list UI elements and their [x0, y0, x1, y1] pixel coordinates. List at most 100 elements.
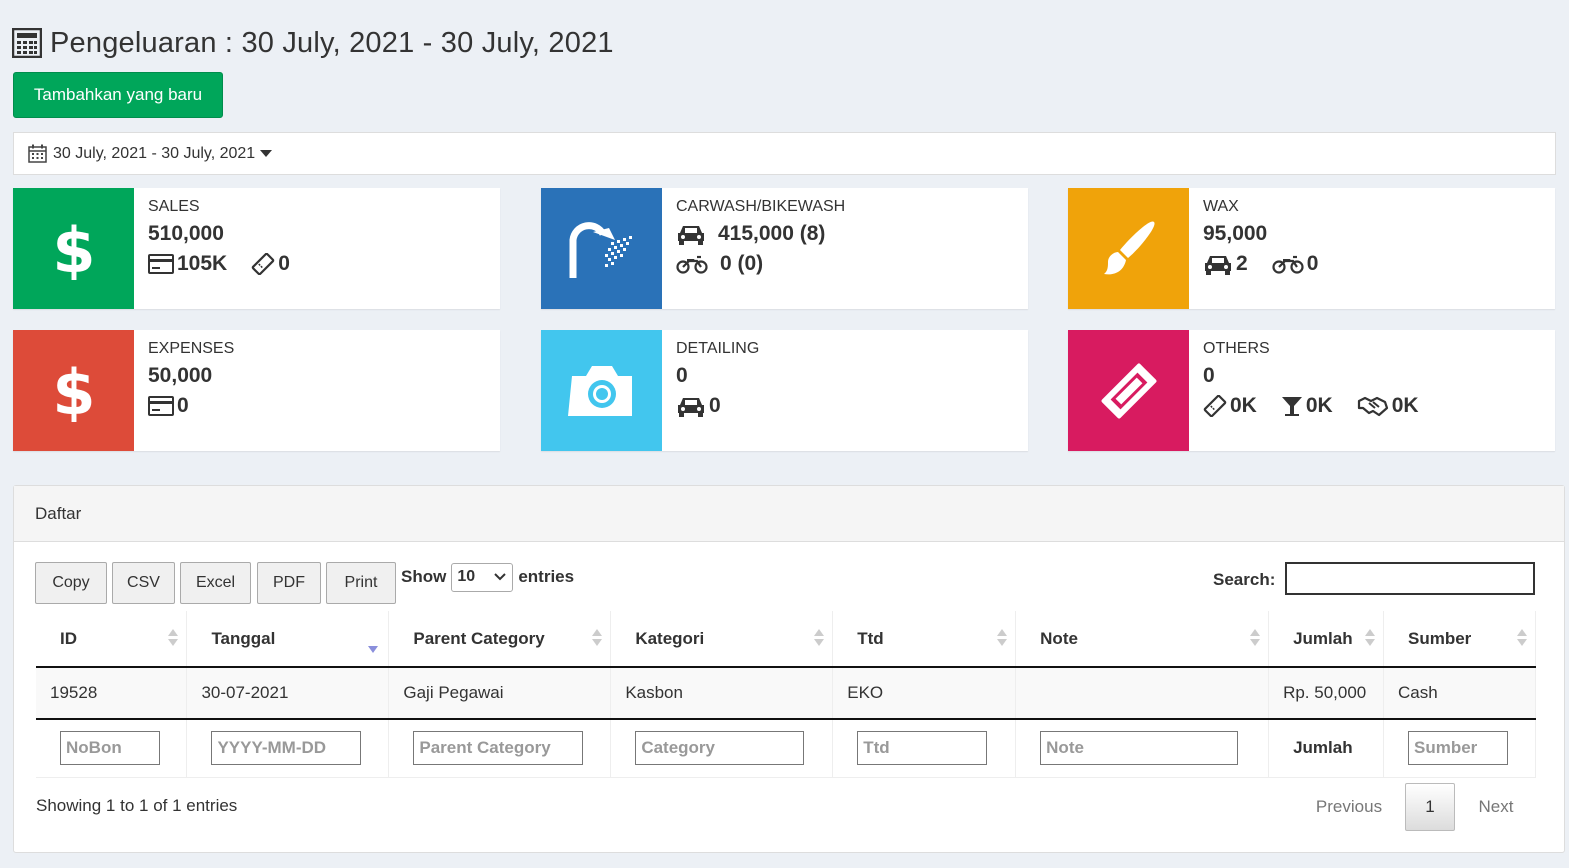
cell-jumlah: Rp. 50,000 [1268, 667, 1384, 719]
detailing-value: 0 [676, 364, 688, 387]
filter-jumlah-label: Jumlah [1268, 719, 1384, 778]
column-header-jumlah[interactable]: Jumlah [1268, 611, 1384, 668]
handshake-icon [1357, 396, 1388, 417]
expenses-card-value: 0 [177, 394, 189, 417]
cell-note [1015, 667, 1270, 719]
car-icon [1205, 256, 1231, 275]
sort-icon [997, 629, 1008, 646]
page-header: Pengeluaran : 30 July, 2021 - 30 July, 2… [12, 24, 614, 62]
filter-sumber-input[interactable]: Sumber [1408, 731, 1508, 766]
cell-parent-category: Gaji Pegawai [388, 667, 612, 719]
page-length-control: Show 10 entries [401, 562, 574, 592]
column-header-parent-category[interactable]: Parent Category [388, 611, 612, 668]
date-range-label: 30 July, 2021 - 30 July, 2021 [53, 144, 256, 162]
detailing-box: DETAILING 0 0 [541, 330, 1028, 451]
date-range-picker[interactable]: 30 July, 2021 - 30 July, 2021 [13, 132, 1556, 175]
csv-button[interactable]: CSV [112, 562, 175, 604]
copy-button[interactable]: Copy [35, 562, 107, 604]
sort-icon [1365, 629, 1375, 646]
expenses-box: $ EXPENSES 50,000 0 [13, 330, 500, 451]
sales-value: 510,000 [148, 222, 224, 245]
sales-voucher-value: 0 [278, 252, 290, 275]
column-header-note[interactable]: Note [1015, 611, 1270, 668]
page-1-button[interactable]: 1 [1405, 783, 1455, 831]
carwash-box: CARWASH/BIKEWASH 415,000 (8) 0 (0) [541, 188, 1028, 309]
table-header-row: ID Tanggal Parent Category Kategori Ttd … [36, 611, 1536, 668]
car-icon [678, 398, 704, 417]
column-header-id[interactable]: ID [36, 611, 188, 668]
next-page-button[interactable]: Next [1466, 783, 1526, 831]
wax-icon-bg [1068, 188, 1189, 309]
others-voucher-value: 0K [1230, 394, 1257, 417]
sort-icon [814, 629, 825, 646]
voucher-icon [1203, 395, 1227, 417]
wax-bike-value: 0 [1306, 252, 1319, 275]
sort-desc-icon [368, 636, 379, 653]
ticket-icon [1101, 363, 1156, 418]
previous-page-button[interactable]: Previous [1304, 783, 1394, 831]
carwash-title: CARWASH/BIKEWASH [676, 198, 846, 215]
sales-title: SALES [148, 198, 200, 215]
wax-value: 95,000 [1203, 222, 1268, 245]
search-label: Search: [1213, 570, 1276, 589]
calendar-icon [28, 144, 47, 163]
filter-note-input[interactable]: Note [1040, 731, 1239, 766]
detailing-icon-bg [541, 330, 662, 451]
cell-id: 19528 [36, 667, 188, 719]
cell-ttd: EKO [832, 667, 1017, 719]
expenses-table: ID Tanggal Parent Category Kategori Ttd … [36, 611, 1536, 778]
motorcycle-icon [676, 255, 708, 274]
carwash-car-value: 415,000 (8) [718, 222, 826, 245]
filter-tanggal-input[interactable]: YYYY-MM-DD [211, 731, 362, 766]
sort-icon [1517, 629, 1527, 646]
sales-icon-bg: $ [13, 188, 134, 309]
page-length-select[interactable]: 10 [451, 562, 514, 592]
wax-box: WAX 95,000 2 0 [1068, 188, 1555, 309]
excel-button[interactable]: Excel [180, 562, 251, 604]
others-title: OTHERS [1203, 340, 1270, 357]
filter-parent-category-input[interactable]: Parent Category [413, 731, 584, 766]
wax-title: WAX [1203, 198, 1239, 215]
pdf-button[interactable]: PDF [257, 562, 321, 604]
svg-text:$: $ [52, 218, 95, 280]
dollar-icon: $ [52, 360, 95, 422]
search-input[interactable] [1285, 562, 1535, 595]
print-button[interactable]: Print [326, 562, 396, 604]
filter-row: NoBon YYYY-MM-DD Parent Category Categor… [36, 719, 1536, 778]
list-panel: Daftar Copy CSV Excel PDF Print Show 10 … [13, 485, 1565, 853]
cocktail-glass-icon [1281, 397, 1302, 416]
svg-text:$: $ [52, 360, 95, 422]
table-info: Showing 1 to 1 of 1 entries [36, 796, 238, 815]
cell-kategori: Kasbon [610, 667, 834, 719]
others-icon-bg [1068, 330, 1189, 451]
wax-car-value: 2 [1236, 252, 1248, 275]
page-title: Pengeluaran : 30 July, 2021 - 30 July, 2… [50, 26, 614, 59]
caret-down-icon [260, 150, 273, 157]
column-header-sumber[interactable]: Sumber [1383, 611, 1536, 668]
shower-icon [569, 221, 632, 278]
expenses-title: EXPENSES [148, 340, 235, 357]
others-box: OTHERS 0 0K 0K 0K [1068, 330, 1555, 451]
motorcycle-icon [1272, 255, 1304, 274]
carwash-bike-value: 0 (0) [720, 252, 764, 275]
cell-tanggal: 30-07-2021 [186, 667, 390, 719]
table-row[interactable]: 19528 30-07-2021 Gaji Pegawai Kasbon EKO… [36, 667, 1536, 719]
entries-label: entries [518, 567, 575, 586]
column-header-tanggal[interactable]: Tanggal [186, 611, 390, 668]
filter-category-input[interactable]: Category [635, 731, 805, 766]
sales-card-value: 105K [177, 252, 228, 275]
filter-ttd-input[interactable]: Ttd [857, 731, 988, 766]
expenses-value: 50,000 [148, 364, 213, 387]
car-icon [678, 226, 704, 245]
chevron-down-icon [494, 573, 507, 581]
sort-icon [168, 629, 179, 646]
show-label: Show [401, 567, 447, 586]
carwash-icon-bg [541, 188, 662, 309]
column-header-kategori[interactable]: Kategori [610, 611, 834, 668]
add-new-button[interactable]: Tambahkan yang baru [13, 72, 223, 118]
detailing-car-value: 0 [709, 394, 721, 417]
page-length-value: 10 [457, 568, 476, 585]
column-header-ttd[interactable]: Ttd [832, 611, 1017, 668]
filter-nobon-input[interactable]: NoBon [60, 731, 160, 766]
others-drink-value: 0K [1305, 394, 1333, 417]
